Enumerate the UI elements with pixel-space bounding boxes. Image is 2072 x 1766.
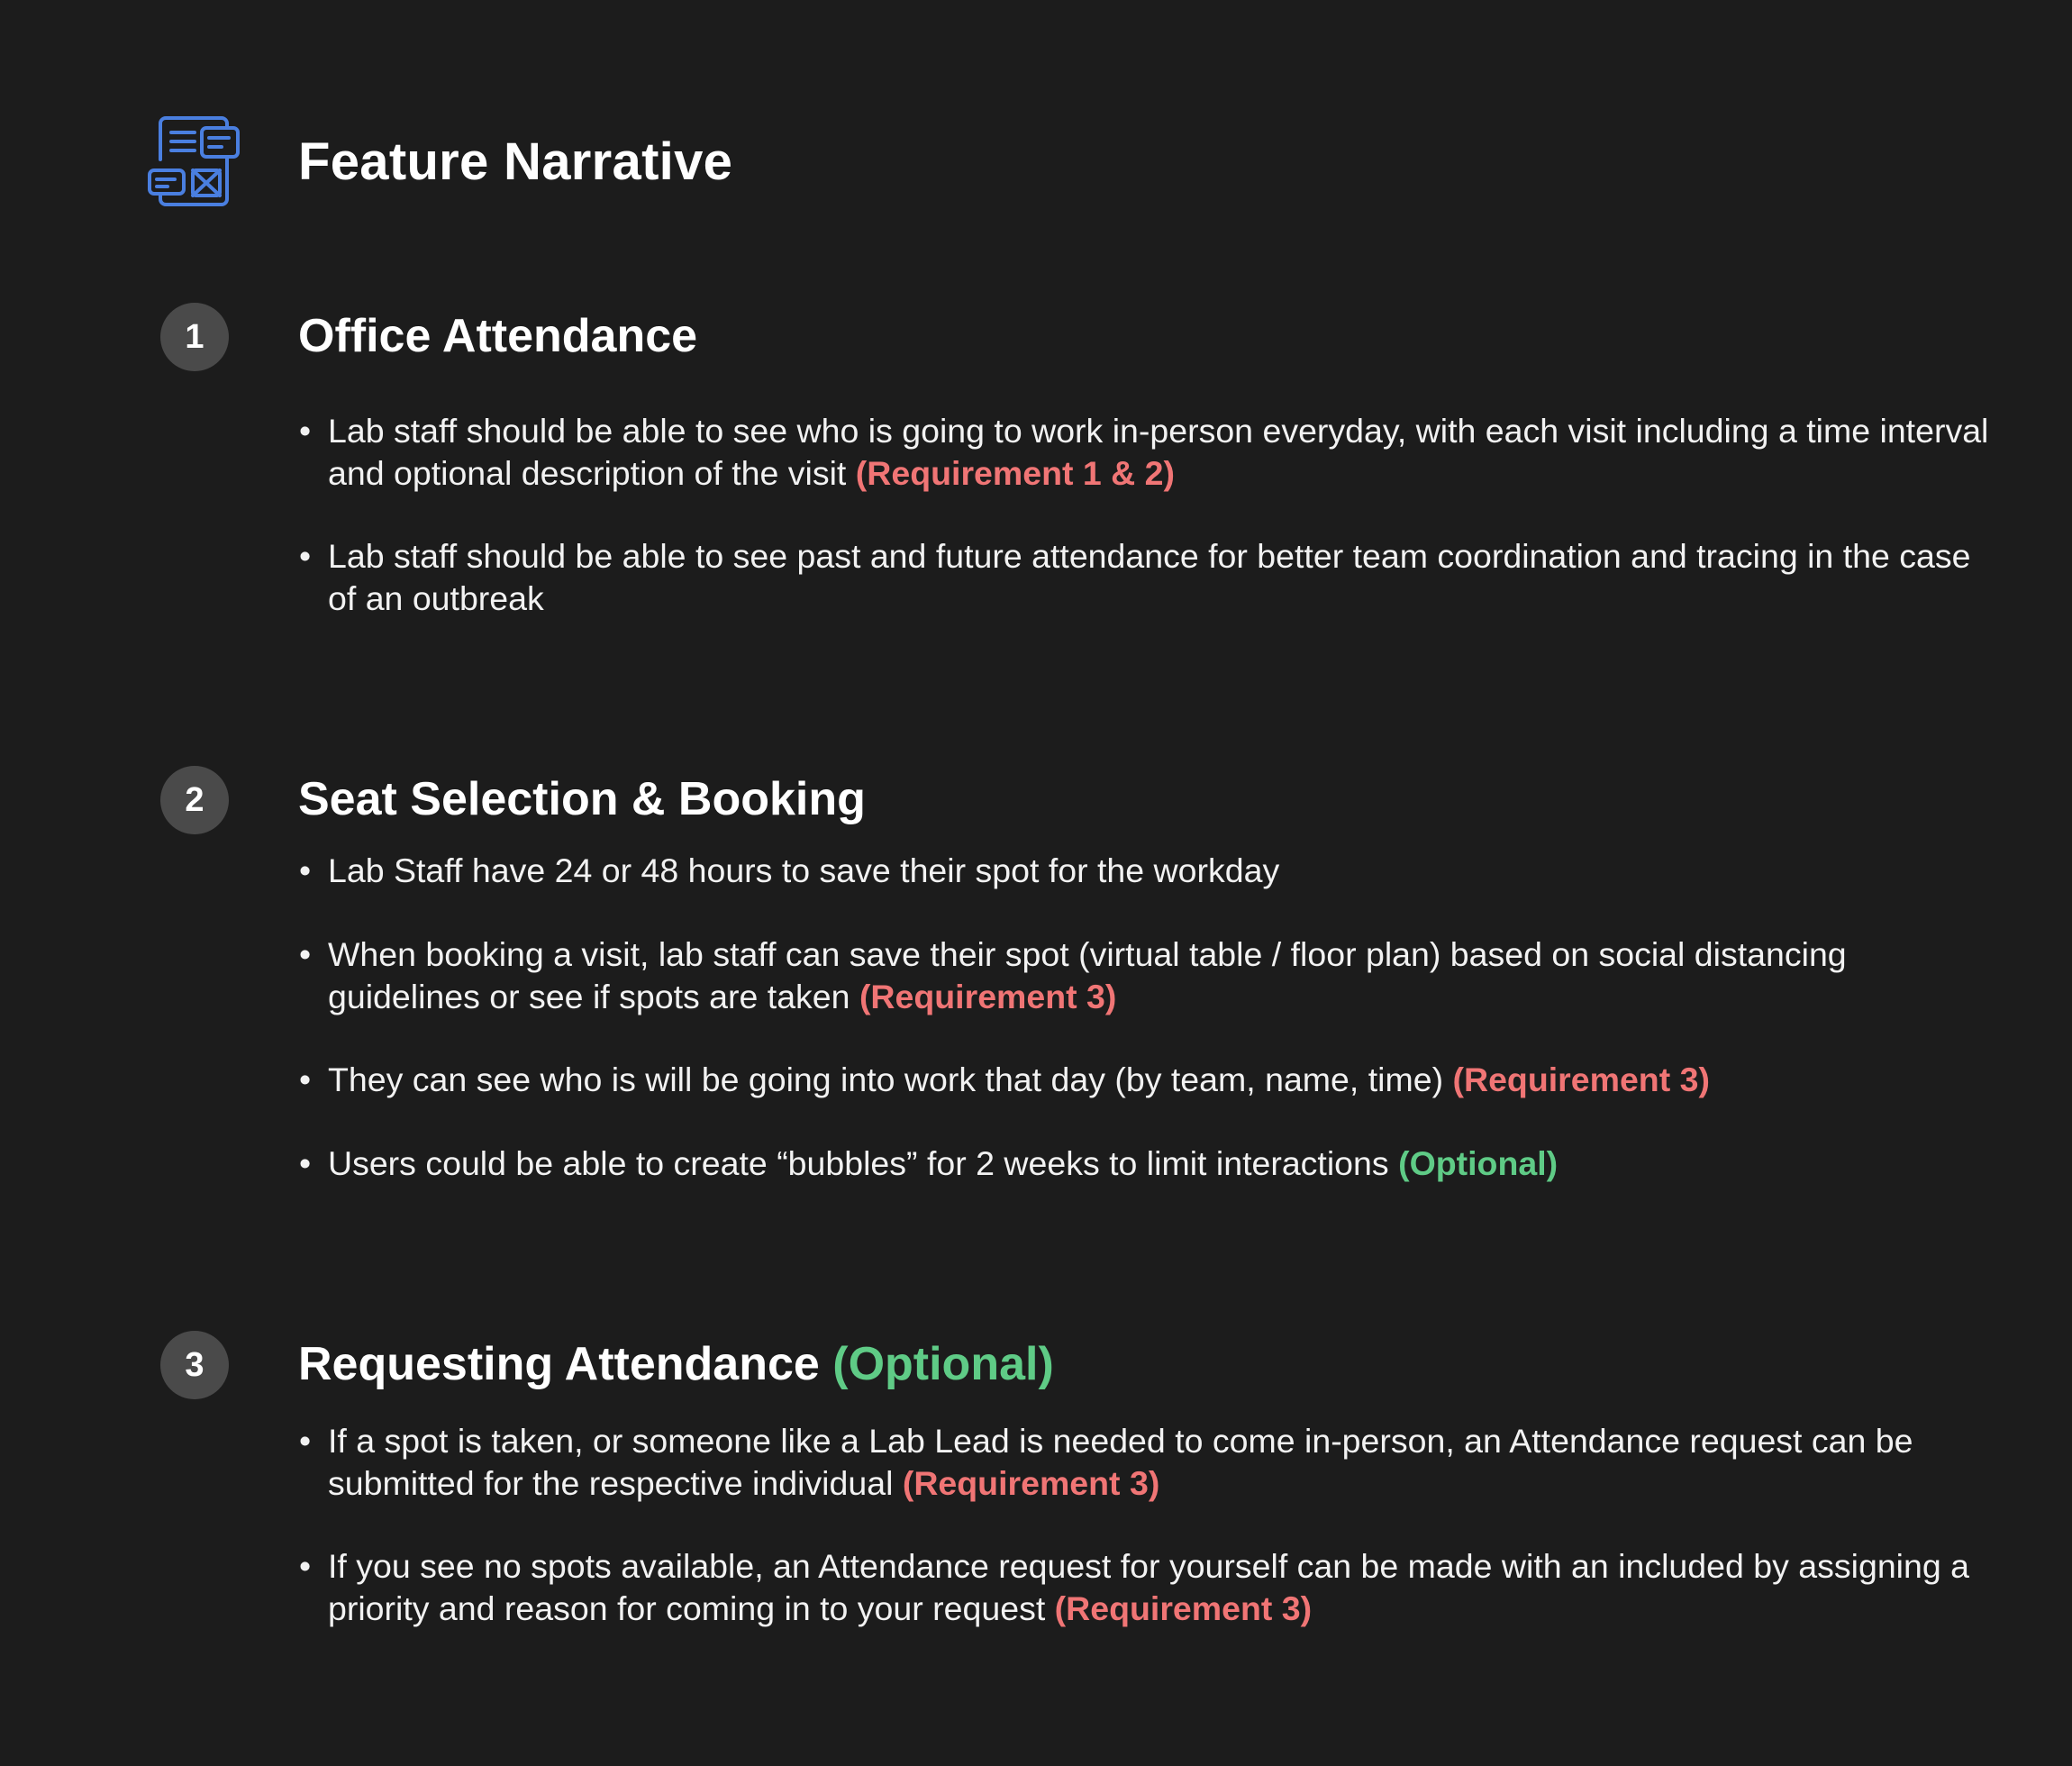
section-title-text: Seat Selection & Booking bbox=[298, 773, 866, 825]
optional-tag: (Optional) bbox=[1398, 1144, 1559, 1182]
bullet-dot: • bbox=[299, 935, 312, 973]
list-item: • Lab Staff have 24 or 48 hours to save … bbox=[299, 850, 1993, 892]
bullet-text: Lab staff should be able to see past and… bbox=[328, 537, 1971, 617]
bullet-dot: • bbox=[299, 851, 312, 889]
bullet-dot: • bbox=[299, 1547, 312, 1585]
requirement-tag: (Requirement 3) bbox=[902, 1464, 1160, 1502]
requirement-tag: (Requirement 3) bbox=[1054, 1589, 1313, 1627]
list-item: • They can see who is will be going into… bbox=[299, 1059, 1993, 1101]
bullet-text: They can see who is will be going into w… bbox=[328, 1061, 1444, 1098]
step-badge-2: 2 bbox=[160, 766, 229, 834]
section-title-office-attendance: Office Attendance bbox=[298, 305, 697, 368]
list-item: • Lab staff should be able to see who is… bbox=[299, 410, 1993, 495]
bullet-dot: • bbox=[299, 412, 312, 450]
requirement-tag: (Requirement 3) bbox=[1452, 1061, 1710, 1098]
requirement-tag: (Requirement 3) bbox=[859, 978, 1117, 1015]
list-item: • When booking a visit, lab staff can sa… bbox=[299, 933, 1993, 1018]
requirement-tag: (Requirement 1 & 2) bbox=[855, 454, 1176, 492]
section-title-text: Requesting Attendance bbox=[298, 1338, 820, 1390]
section-title-requesting-attendance: Requesting Attendance (Optional) bbox=[298, 1333, 1054, 1396]
document-layout-icon bbox=[148, 116, 240, 206]
bullet-text: Lab Staff have 24 or 48 hours to save th… bbox=[328, 851, 1280, 889]
section-title-seat-selection: Seat Selection & Booking bbox=[298, 768, 866, 831]
bullet-dot: • bbox=[299, 1061, 312, 1098]
bullet-dot: • bbox=[299, 1144, 312, 1182]
list-item: • If you see no spots available, an Atte… bbox=[299, 1545, 1993, 1630]
section-title-text: Office Attendance bbox=[298, 310, 698, 362]
bullet-text: Users could be able to create “bubbles” … bbox=[328, 1144, 1389, 1182]
step-badge-1: 1 bbox=[160, 303, 229, 371]
list-item: • Users could be able to create “bubbles… bbox=[299, 1142, 1993, 1185]
list-item: • Lab staff should be able to see past a… bbox=[299, 535, 1993, 620]
optional-tag: (Optional) bbox=[832, 1338, 1054, 1390]
list-item: • If a spot is taken, or someone like a … bbox=[299, 1420, 1993, 1505]
bullet-dot: • bbox=[299, 537, 312, 575]
page-title: Feature Narrative bbox=[298, 132, 733, 191]
bullet-dot: • bbox=[299, 1422, 312, 1460]
step-badge-3: 3 bbox=[160, 1331, 229, 1399]
